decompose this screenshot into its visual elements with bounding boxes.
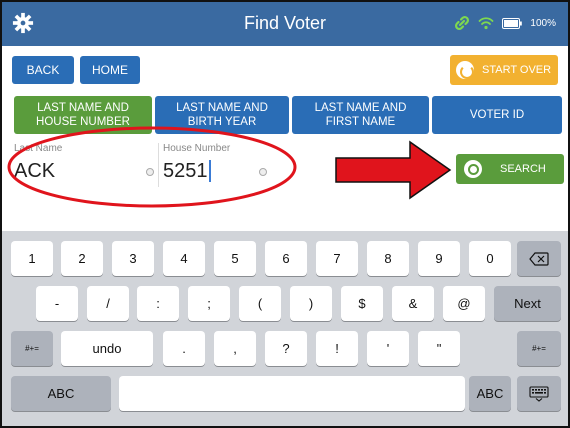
backspace-icon [529, 251, 549, 266]
wifi-icon [479, 17, 494, 30]
key-2[interactable]: 2 [61, 241, 103, 276]
key-slash[interactable]: / [87, 286, 129, 321]
key-3[interactable]: 3 [112, 241, 154, 276]
start-over-label: START OVER [482, 64, 552, 76]
search-label: SEARCH [500, 163, 546, 175]
search-button[interactable]: SEARCH [456, 154, 564, 184]
key-colon[interactable]: : [137, 286, 179, 321]
undo-key[interactable]: undo [61, 331, 153, 366]
on-screen-keyboard: 1 2 3 4 5 6 7 8 9 0 - / : ; ( ) $ & @ Ne… [2, 231, 568, 426]
keyboard-dismiss-icon [529, 385, 549, 402]
link-icon [455, 15, 470, 31]
status-indicators: 100% [454, 15, 556, 31]
symbols-shift-key-right[interactable]: #+= [517, 331, 561, 366]
key-6[interactable]: 6 [265, 241, 307, 276]
key-dollar[interactable]: $ [341, 286, 383, 321]
battery-icon [502, 17, 523, 29]
tab-voter-id[interactable]: VOTER ID [432, 96, 562, 134]
key-0[interactable]: 0 [469, 241, 511, 276]
keyboard-dismiss-key[interactable] [517, 376, 561, 411]
key-5[interactable]: 5 [214, 241, 256, 276]
refresh-icon [456, 61, 474, 79]
key-7[interactable]: 7 [316, 241, 358, 276]
key-open-paren[interactable]: ( [239, 286, 281, 321]
key-4[interactable]: 4 [163, 241, 205, 276]
back-button[interactable]: BACK [12, 56, 74, 84]
symbols-shift-key-left[interactable]: #+= [11, 331, 53, 366]
top-bar: Find Voter 100% [2, 2, 568, 46]
backspace-key[interactable] [517, 241, 561, 276]
key-8[interactable]: 8 [367, 241, 409, 276]
key-period[interactable]: . [163, 331, 205, 366]
abc-key-left[interactable]: ABC [11, 376, 111, 411]
key-at[interactable]: @ [443, 286, 485, 321]
home-button[interactable]: HOME [80, 56, 140, 84]
key-semicolon[interactable]: ; [188, 286, 230, 321]
key-comma[interactable]: , [214, 331, 256, 366]
battery-percent: 100% [530, 17, 556, 29]
start-over-button[interactable]: START OVER [450, 55, 558, 85]
next-key[interactable]: Next [494, 286, 561, 321]
space-key[interactable] [119, 376, 465, 411]
key-hyphen[interactable]: - [36, 286, 78, 321]
key-question[interactable]: ? [265, 331, 307, 366]
search-icon [464, 160, 482, 178]
annotation-ellipse [7, 126, 297, 208]
key-ampersand[interactable]: & [392, 286, 434, 321]
tab-last-name-first-name[interactable]: LAST NAME AND FIRST NAME [292, 96, 429, 134]
key-close-paren[interactable]: ) [290, 286, 332, 321]
key-apostrophe[interactable]: ' [367, 331, 409, 366]
key-1[interactable]: 1 [11, 241, 53, 276]
key-9[interactable]: 9 [418, 241, 460, 276]
key-exclamation[interactable]: ! [316, 331, 358, 366]
key-quote[interactable]: " [418, 331, 460, 366]
abc-key-right[interactable]: ABC [469, 376, 511, 411]
annotation-arrow [335, 140, 452, 200]
